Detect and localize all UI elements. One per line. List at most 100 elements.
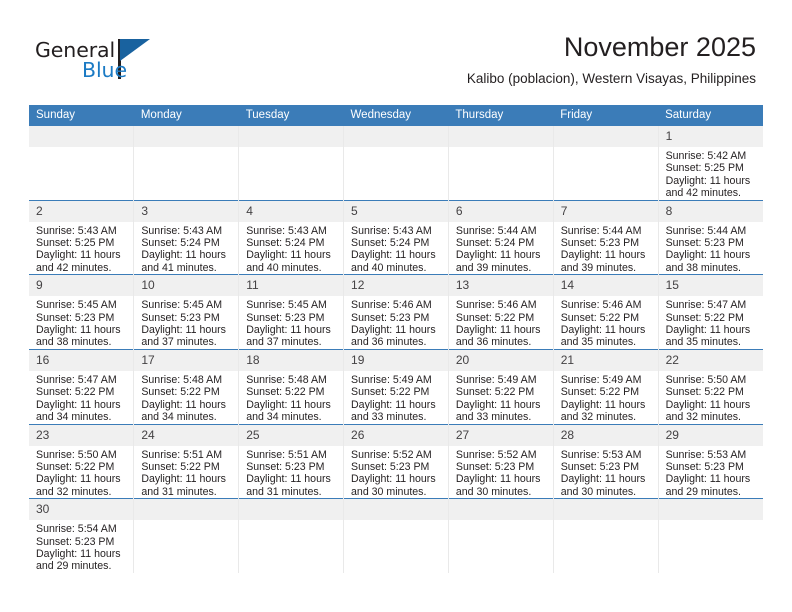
weekday-header-thursday: Thursday — [448, 105, 554, 126]
sunset-text: Sunset: 5:22 PM — [560, 386, 640, 399]
calendar-day-cell[interactable]: 24 Sunrise: 5:51 AM Sunset: 5:22 PM Dayligh… — [133, 423, 240, 499]
sunrise-text: Sunrise: 5:43 AM — [36, 224, 117, 237]
daylight-text: Daylight: 11 hours and 35 minutes. — [560, 324, 646, 349]
calendar-day-cell[interactable]: 11 Sunrise: 5:45 AM Sunset: 5:23 PM Dayligh… — [238, 274, 345, 350]
calendar-day-cell[interactable]: 27 Sunrise: 5:52 AM Sunset: 5:23 PM Dayligh… — [448, 423, 554, 499]
day-details: Sunrise: 5:48 AM Sunset: 5:22 PM Daylight:… — [239, 371, 343, 424]
day-details: Sunrise: 5:44 AM Sunset: 5:23 PM Daylight:… — [554, 222, 658, 275]
daylight-text: Daylight: 11 hours and 29 minutes. — [665, 473, 751, 498]
calendar-day-cell[interactable]: 5 Sunrise: 5:43 AM Sunset: 5:24 PM Daylight… — [343, 199, 449, 275]
general-blue-logo[interactable]: General Blue — [35, 38, 165, 88]
day-number: 24 — [134, 424, 239, 446]
calendar-day-cell[interactable]: 16 Sunrise: 5:47 AM Sunset: 5:22 PM Dayligh… — [29, 348, 135, 424]
day-number: 2 — [29, 200, 134, 222]
sunrise-text: Sunrise: 5:42 AM — [665, 150, 747, 162]
sunset-text: Sunset: 5:25 PM — [665, 162, 744, 175]
day-details: Sunrise: 5:48 AM Sunset: 5:22 PM Daylight:… — [134, 371, 238, 424]
sunset-text: Sunset: 5:24 PM — [455, 237, 535, 250]
day-number: 25 — [239, 424, 344, 446]
calendar-day-cell[interactable]: 30 Sunrise: 5:54 AM Sunset: 5:23 PM Dayligh… — [29, 498, 135, 573]
daylight-text: Daylight: 11 hours and 32 minutes. — [560, 398, 646, 424]
calendar-day-cell[interactable]: 10 Sunrise: 5:45 AM Sunset: 5:23 PM Dayligh… — [133, 274, 240, 350]
day-number: 12 — [344, 275, 448, 297]
sunset-text: Sunset: 5:22 PM — [455, 386, 535, 399]
sunset-text: Sunset: 5:23 PM — [36, 311, 115, 324]
calendar-day-cell[interactable]: 13 Sunrise: 5:46 AM Sunset: 5:22 PM Dayligh… — [448, 274, 554, 350]
day-number — [448, 126, 553, 147]
day-number: 29 — [658, 424, 763, 446]
calendar-day-cell[interactable]: 15 Sunrise: 5:47 AM Sunset: 5:22 PM Dayligh… — [658, 274, 763, 350]
sunset-text: Sunset: 5:25 PM — [36, 237, 115, 250]
calendar-day-cell[interactable]: 14 Sunrise: 5:46 AM Sunset: 5:22 PM Dayligh… — [553, 274, 659, 350]
day-number: 9 — [29, 275, 134, 297]
day-number — [134, 499, 239, 521]
sunrise-text: Sunrise: 5:49 AM — [455, 373, 537, 386]
day-details: Sunrise: 5:49 AM Sunset: 5:22 PM Daylight:… — [554, 371, 658, 424]
day-details: Sunrise: 5:46 AM Sunset: 5:22 PM Daylight:… — [449, 296, 553, 349]
daylight-text: Daylight: 11 hours and 30 minutes. — [560, 473, 646, 498]
calendar-day-cell[interactable]: 9 Sunrise: 5:45 AM Sunset: 5:23 PM Daylight… — [29, 274, 135, 350]
calendar-day-cell[interactable]: 3 Sunrise: 5:43 AM Sunset: 5:24 PM Daylight… — [133, 199, 240, 275]
day-number — [553, 126, 658, 147]
day-details: Sunrise: 5:46 AM Sunset: 5:22 PM Daylight:… — [554, 296, 658, 349]
daylight-text: Daylight: 11 hours and 37 minutes. — [141, 324, 226, 349]
weekday-header-tuesday: Tuesday — [238, 105, 344, 126]
day-details: Sunrise: 5:43 AM Sunset: 5:24 PM Daylight:… — [239, 222, 343, 275]
calendar-page: General Blue November 2025 Kalibo (pobla… — [0, 0, 792, 612]
day-number: 27 — [448, 424, 553, 446]
daylight-text: Daylight: 11 hours and 37 minutes. — [246, 324, 331, 349]
daylight-text: Daylight: 11 hours and 30 minutes. — [455, 473, 541, 498]
daylight-text: Daylight: 11 hours and 38 minutes. — [665, 249, 751, 274]
sunrise-text: Sunrise: 5:54 AM — [36, 523, 117, 536]
calendar-day-cell[interactable]: 8 Sunrise: 5:44 AM Sunset: 5:23 PM Daylight… — [658, 199, 763, 275]
daylight-text: Daylight: 11 hours and 33 minutes. — [351, 398, 436, 424]
day-number — [239, 126, 344, 147]
calendar-day-cell[interactable]: 29 Sunrise: 5:53 AM Sunset: 5:23 PM Dayligh… — [658, 423, 763, 499]
sunset-text: Sunset: 5:23 PM — [141, 311, 220, 324]
sunrise-text: Sunrise: 5:52 AM — [351, 448, 432, 461]
calendar-day-cell-empty — [238, 126, 345, 201]
calendar-day-cell[interactable]: 2 Sunrise: 5:43 AM Sunset: 5:25 PM Daylight… — [29, 199, 135, 275]
calendar-day-cell[interactable]: 18 Sunrise: 5:48 AM Sunset: 5:22 PM Dayligh… — [238, 348, 345, 424]
calendar-day-cell[interactable]: 19 Sunrise: 5:49 AM Sunset: 5:22 PM Dayligh… — [343, 348, 449, 424]
day-number: 3 — [134, 200, 239, 222]
calendar-day-cell[interactable]: 17 Sunrise: 5:48 AM Sunset: 5:22 PM Dayligh… — [133, 348, 240, 424]
calendar-day-cell[interactable]: 6 Sunrise: 5:44 AM Sunset: 5:24 PM Daylight… — [448, 199, 554, 275]
day-number: 1 — [658, 126, 763, 147]
calendar-day-cell[interactable]: 22 Sunrise: 5:50 AM Sunset: 5:22 PM Dayligh… — [658, 348, 763, 424]
day-details: Sunrise: 5:44 AM Sunset: 5:24 PM Daylight:… — [449, 222, 553, 275]
day-number — [134, 126, 239, 147]
calendar-day-cell-empty — [29, 126, 135, 201]
day-details: Sunrise: 5:53 AM Sunset: 5:23 PM Daylight:… — [659, 446, 763, 499]
sunrise-text: Sunrise: 5:43 AM — [141, 224, 223, 237]
calendar-day-cell[interactable]: 26 Sunrise: 5:52 AM Sunset: 5:23 PM Dayligh… — [343, 423, 449, 499]
calendar-day-cell[interactable]: 20 Sunrise: 5:49 AM Sunset: 5:22 PM Dayligh… — [448, 348, 554, 424]
calendar-day-cell[interactable]: 25 Sunrise: 5:51 AM Sunset: 5:23 PM Dayligh… — [238, 423, 345, 499]
sunrise-text: Sunrise: 5:46 AM — [560, 299, 642, 312]
calendar-week-row: 23 Sunrise: 5:50 AM Sunset: 5:22 PM Dayligh… — [29, 423, 763, 499]
calendar-day-cell[interactable]: 4 Sunrise: 5:43 AM Sunset: 5:24 PM Daylight… — [238, 199, 345, 275]
calendar-day-cell[interactable]: 21 Sunrise: 5:49 AM Sunset: 5:22 PM Dayligh… — [553, 348, 659, 424]
day-number — [344, 126, 448, 147]
sunrise-text: Sunrise: 5:51 AM — [141, 448, 223, 461]
calendar-day-cell[interactable]: 28 Sunrise: 5:53 AM Sunset: 5:23 PM Dayligh… — [553, 423, 659, 499]
day-details: Sunrise: 5:50 AM Sunset: 5:22 PM Daylight:… — [29, 446, 133, 499]
weekday-header-saturday: Saturday — [658, 105, 763, 126]
day-number — [239, 499, 344, 521]
sunset-text: Sunset: 5:22 PM — [36, 386, 115, 399]
daylight-text: Daylight: 11 hours and 42 minutes. — [665, 174, 751, 200]
page-title: November 2025 — [563, 32, 756, 62]
calendar-day-cell[interactable]: 7 Sunrise: 5:44 AM Sunset: 5:23 PM Daylight… — [553, 199, 659, 275]
calendar-day-cell[interactable]: 12 Sunrise: 5:46 AM Sunset: 5:23 PM Dayligh… — [343, 274, 449, 350]
calendar-day-cell[interactable]: 23 Sunrise: 5:50 AM Sunset: 5:22 PM Dayligh… — [29, 423, 135, 499]
day-details: Sunrise: 5:42 AM Sunset: 5:25 PM Daylight:… — [659, 147, 763, 200]
daylight-text: Daylight: 11 hours and 34 minutes. — [36, 398, 121, 424]
sunrise-text: Sunrise: 5:46 AM — [455, 299, 537, 312]
sunset-text: Sunset: 5:23 PM — [351, 460, 430, 473]
calendar-day-cell-empty — [238, 498, 345, 573]
day-details: Sunrise: 5:54 AM Sunset: 5:23 PM Daylight:… — [29, 520, 133, 573]
calendar-week-row: 1 Sunrise: 5:42 AM Sunset: 5:25 PM Daylight… — [29, 126, 763, 201]
calendar-day-cell[interactable]: 1 Sunrise: 5:42 AM Sunset: 5:25 PM Daylight… — [658, 126, 763, 201]
calendar-day-cell-empty — [448, 126, 554, 201]
weekday-header-friday: Friday — [553, 105, 659, 126]
